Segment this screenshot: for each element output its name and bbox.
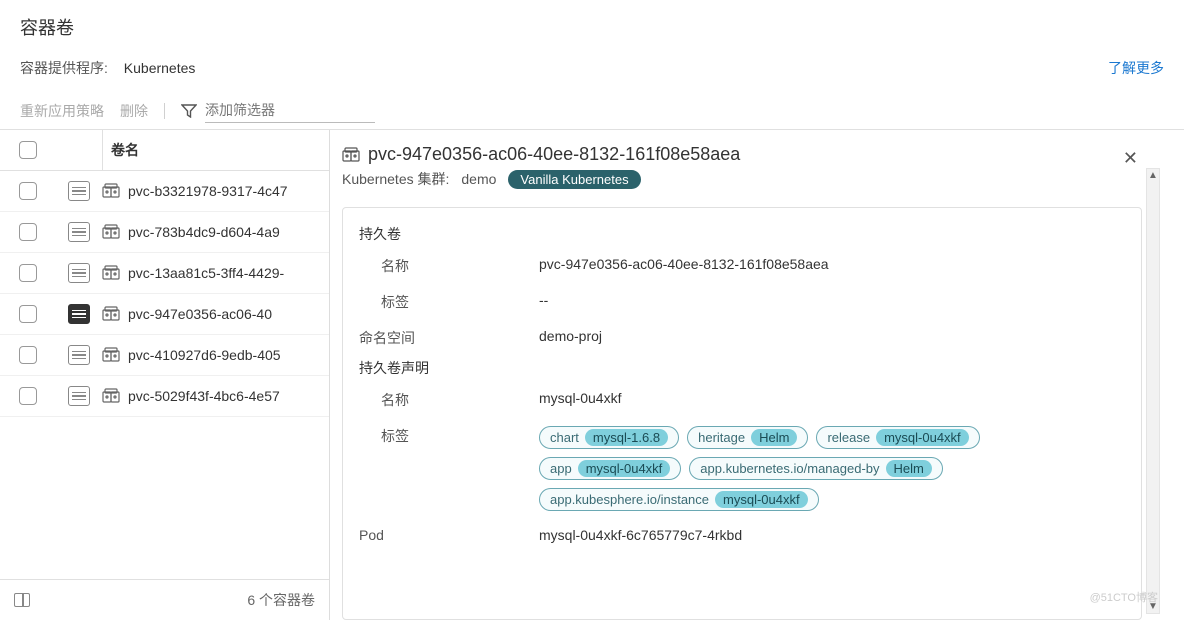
volume-icon: [102, 347, 120, 363]
row-checkbox[interactable]: [19, 387, 37, 405]
label-tag: release mysql-0u4xkf: [816, 426, 979, 449]
row-checkbox[interactable]: [19, 305, 37, 323]
details-icon[interactable]: [68, 345, 90, 365]
volume-name: pvc-13aa81c5-3ff4-4429-: [128, 265, 284, 281]
cluster-type-badge: Vanilla Kubernetes: [508, 170, 640, 189]
page-title: 容器卷: [0, 0, 1184, 54]
label-tag: heritage Helm: [687, 426, 808, 449]
label-tag: chart mysql-1.6.8: [539, 426, 679, 449]
detail-body: 持久卷 名称 pvc-947e0356-ac06-40ee-8132-161f0…: [342, 207, 1142, 620]
section-pvc-title: 持久卷声明: [359, 358, 1125, 378]
label-tag: app.kubesphere.io/instance mysql-0u4xkf: [539, 488, 819, 511]
volume-name: pvc-410927d6-9edb-405: [128, 347, 281, 363]
learn-more-link[interactable]: 了解更多: [1108, 58, 1164, 78]
volume-icon: [102, 306, 120, 322]
row-checkbox[interactable]: [19, 182, 37, 200]
details-icon[interactable]: [68, 263, 90, 283]
close-icon[interactable]: ✕: [1123, 148, 1138, 169]
volume-name: pvc-947e0356-ac06-40: [128, 306, 272, 322]
namespace-label: 命名空间: [359, 328, 539, 348]
cluster-value: demo: [461, 171, 496, 187]
reapply-policy-button[interactable]: 重新应用策略: [20, 101, 104, 121]
pv-name-value: pvc-947e0356-ac06-40ee-8132-161f08e58aea: [539, 256, 1125, 276]
volume-name: pvc-b3321978-9317-4c47: [128, 183, 288, 199]
volume-icon: [102, 183, 120, 199]
label-tag: app mysql-0u4xkf: [539, 457, 681, 480]
table-row[interactable]: pvc-947e0356-ac06-40: [0, 294, 329, 335]
tag-value: mysql-0u4xkf: [578, 460, 671, 477]
volume-name: pvc-783b4dc9-d604-4a9: [128, 224, 280, 240]
pv-name-label: 名称: [359, 256, 539, 276]
volume-icon: [102, 224, 120, 240]
provider-label: 容器提供程序:: [20, 60, 108, 76]
label-tag: app.kubernetes.io/managed-by Helm: [689, 457, 943, 480]
pv-tag-value: --: [539, 292, 1125, 312]
pvc-name-value: mysql-0u4xkf: [539, 390, 1125, 410]
table-row[interactable]: pvc-5029f43f-4bc6-4e57: [0, 376, 329, 417]
details-icon[interactable]: [68, 222, 90, 242]
tag-key: heritage: [698, 430, 745, 445]
toolbar: 重新应用策略 删除 添加筛选器: [0, 90, 1184, 129]
filter-icon[interactable]: [181, 104, 197, 118]
table-footer: 6 个容器卷: [0, 579, 329, 620]
tag-value: mysql-1.6.8: [585, 429, 668, 446]
delete-button[interactable]: 删除: [120, 101, 148, 121]
provider-value: Kubernetes: [124, 60, 196, 76]
section-pv-title: 持久卷: [359, 224, 1125, 244]
scrollbar[interactable]: ▲ ▼: [1146, 168, 1160, 614]
pod-value: mysql-0u4xkf-6c765779c7-4rkbd: [539, 527, 1125, 543]
column-settings-icon[interactable]: [14, 593, 30, 607]
table-row[interactable]: pvc-b3321978-9317-4c47: [0, 171, 329, 212]
volume-icon: [102, 388, 120, 404]
detail-panel: pvc-947e0356-ac06-40ee-8132-161f08e58aea…: [330, 130, 1184, 620]
volume-icon: [102, 265, 120, 281]
volume-icon: [342, 147, 360, 163]
cluster-label: Kubernetes 集群:: [342, 169, 449, 189]
watermark: @51CTO博客: [1090, 589, 1158, 605]
tag-value: mysql-0u4xkf: [715, 491, 808, 508]
tag-key: app: [550, 461, 572, 476]
toolbar-divider: [164, 103, 165, 119]
tag-key: release: [827, 430, 870, 445]
scroll-up-icon[interactable]: ▲: [1148, 169, 1158, 182]
row-checkbox[interactable]: [19, 223, 37, 241]
tag-value: Helm: [751, 429, 797, 446]
tag-key: app.kubesphere.io/instance: [550, 492, 709, 507]
details-icon[interactable]: [68, 181, 90, 201]
table-count: 6 个容器卷: [247, 590, 315, 610]
filter-input[interactable]: 添加筛选器: [205, 98, 375, 123]
details-icon[interactable]: [68, 386, 90, 406]
namespace-value: demo-proj: [539, 328, 1125, 348]
tag-value: mysql-0u4xkf: [876, 429, 969, 446]
table-row[interactable]: pvc-13aa81c5-3ff4-4429-: [0, 253, 329, 294]
select-all-checkbox[interactable]: [19, 141, 37, 159]
tag-key: chart: [550, 430, 579, 445]
tag-value: Helm: [886, 460, 932, 477]
row-checkbox[interactable]: [19, 346, 37, 364]
pvc-tag-label: 标签: [359, 426, 539, 511]
volume-name: pvc-5029f43f-4bc6-4e57: [128, 388, 280, 404]
table-row[interactable]: pvc-783b4dc9-d604-4a9: [0, 212, 329, 253]
pvc-tags: chart mysql-1.6.8 heritage Helm release mysql…: [539, 426, 1125, 511]
detail-title: pvc-947e0356-ac06-40ee-8132-161f08e58aea: [368, 144, 740, 165]
table-row[interactable]: pvc-410927d6-9edb-405: [0, 335, 329, 376]
tag-key: app.kubernetes.io/managed-by: [700, 461, 879, 476]
column-header-name[interactable]: 卷名: [102, 130, 329, 170]
pv-tag-label: 标签: [359, 292, 539, 312]
details-icon[interactable]: [68, 304, 90, 324]
pod-label: Pod: [359, 527, 539, 543]
table-header: 卷名: [0, 130, 329, 171]
row-checkbox[interactable]: [19, 264, 37, 282]
volume-table: 卷名 pvc-b3321978-9317-4c47: [0, 130, 330, 620]
pvc-name-label: 名称: [359, 390, 539, 410]
provider-row: 容器提供程序: Kubernetes 了解更多: [0, 54, 1184, 90]
